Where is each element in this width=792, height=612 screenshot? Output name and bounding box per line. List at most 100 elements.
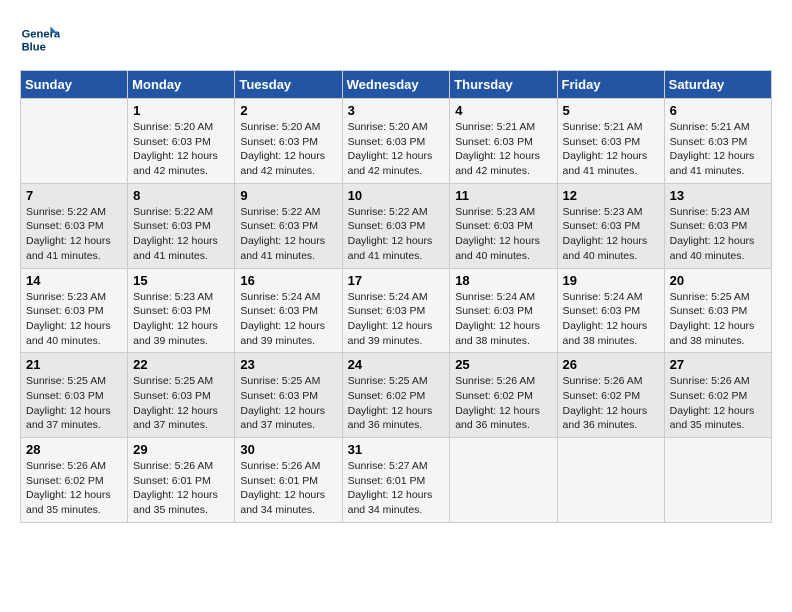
day-info: Sunrise: 5:25 AMSunset: 6:02 PMDaylight:…	[348, 374, 445, 433]
calendar-cell: 16 Sunrise: 5:24 AMSunset: 6:03 PMDayligh…	[235, 268, 342, 353]
calendar-cell: 25Sunrise: 5:26 AMSunset: 6:02 PMDayligh…	[450, 353, 557, 438]
day-info: Sunrise: 5:22 AMSunset: 6:03 PMDaylight:…	[348, 205, 445, 264]
day-number: 17	[348, 273, 445, 288]
day-number: 27	[670, 357, 766, 372]
day-info: Sunrise: 5:23 AMSunset: 6:03 PMDaylight:…	[670, 205, 766, 264]
calendar-cell: 23Sunrise: 5:25 AMSunset: 6:03 PMDayligh…	[235, 353, 342, 438]
logo: General Blue	[20, 20, 66, 60]
day-info: Sunrise: 5:26 AMSunset: 6:02 PMDaylight:…	[563, 374, 659, 433]
calendar-cell: 6 Sunrise: 5:21 AMSunset: 6:03 PMDaylight…	[664, 99, 771, 184]
day-info: Sunrise: 5:20 AMSunset: 6:03 PMDaylight:…	[348, 120, 445, 179]
calendar-cell	[21, 99, 128, 184]
page-header: General Blue	[20, 20, 772, 60]
calendar-cell: 24 Sunrise: 5:25 AMSunset: 6:02 PMDayligh…	[342, 353, 450, 438]
calendar-cell: 8Sunrise: 5:22 AMSunset: 6:03 PMDaylight…	[128, 183, 235, 268]
day-number: 5	[563, 103, 659, 118]
calendar-cell: 19 Sunrise: 5:24 AMSunset: 6:03 PMDayligh…	[557, 268, 664, 353]
header-day-thursday: Thursday	[450, 71, 557, 99]
day-info: Sunrise: 5:23 AMSunset: 6:03 PMDaylight:…	[455, 205, 551, 264]
day-number: 20	[670, 273, 766, 288]
calendar-cell: 14 Sunrise: 5:23 AMSunset: 6:03 PMDayligh…	[21, 268, 128, 353]
day-info: Sunrise: 5:26 AMSunset: 6:02 PMDaylight:…	[455, 374, 551, 433]
calendar-cell: 10 Sunrise: 5:22 AMSunset: 6:03 PMDayligh…	[342, 183, 450, 268]
day-info: Sunrise: 5:22 AMSunset: 6:03 PMDaylight:…	[26, 205, 122, 264]
calendar-week-4: 21Sunrise: 5:25 AMSunset: 6:03 PMDayligh…	[21, 353, 772, 438]
day-info: Sunrise: 5:24 AMSunset: 6:03 PMDaylight:…	[240, 290, 336, 349]
day-number: 24	[348, 357, 445, 372]
calendar-cell: 29 Sunrise: 5:26 AMSunset: 6:01 PMDayligh…	[128, 438, 235, 523]
calendar-cell	[450, 438, 557, 523]
logo-icon: General Blue	[20, 20, 60, 60]
day-number: 11	[455, 188, 551, 203]
calendar-cell: 26 Sunrise: 5:26 AMSunset: 6:02 PMDayligh…	[557, 353, 664, 438]
day-number: 12	[563, 188, 659, 203]
day-number: 28	[26, 442, 122, 457]
day-number: 14	[26, 273, 122, 288]
calendar-cell: 11 Sunrise: 5:23 AMSunset: 6:03 PMDayligh…	[450, 183, 557, 268]
day-number: 6	[670, 103, 766, 118]
calendar-cell: 9 Sunrise: 5:22 AMSunset: 6:03 PMDaylight…	[235, 183, 342, 268]
day-number: 1	[133, 103, 229, 118]
calendar-cell: 17 Sunrise: 5:24 AMSunset: 6:03 PMDayligh…	[342, 268, 450, 353]
day-number: 2	[240, 103, 336, 118]
header-day-sunday: Sunday	[21, 71, 128, 99]
calendar-cell: 30 Sunrise: 5:26 AMSunset: 6:01 PMDayligh…	[235, 438, 342, 523]
day-info: Sunrise: 5:24 AMSunset: 6:03 PMDaylight:…	[348, 290, 445, 349]
day-info: Sunrise: 5:20 AMSunset: 6:03 PMDaylight:…	[133, 120, 229, 179]
day-info: Sunrise: 5:23 AMSunset: 6:03 PMDaylight:…	[26, 290, 122, 349]
calendar-cell: 27 Sunrise: 5:26 AMSunset: 6:02 PMDayligh…	[664, 353, 771, 438]
day-info: Sunrise: 5:26 AMSunset: 6:01 PMDaylight:…	[240, 459, 336, 518]
day-info: Sunrise: 5:25 AMSunset: 6:03 PMDaylight:…	[670, 290, 766, 349]
day-info: Sunrise: 5:21 AMSunset: 6:03 PMDaylight:…	[563, 120, 659, 179]
day-number: 4	[455, 103, 551, 118]
calendar-cell: 28 Sunrise: 5:26 AMSunset: 6:02 PMDayligh…	[21, 438, 128, 523]
day-info: Sunrise: 5:23 AMSunset: 6:03 PMDaylight:…	[133, 290, 229, 349]
calendar-cell	[664, 438, 771, 523]
calendar-cell	[557, 438, 664, 523]
calendar-cell: 31Sunrise: 5:27 AMSunset: 6:01 PMDayligh…	[342, 438, 450, 523]
day-number: 10	[348, 188, 445, 203]
day-info: Sunrise: 5:25 AMSunset: 6:03 PMDaylight:…	[240, 374, 336, 433]
day-number: 7	[26, 188, 122, 203]
calendar-cell: 15 Sunrise: 5:23 AMSunset: 6:03 PMDayligh…	[128, 268, 235, 353]
day-info: Sunrise: 5:22 AMSunset: 6:03 PMDaylight:…	[133, 205, 229, 264]
day-info: Sunrise: 5:20 AMSunset: 6:03 PMDaylight:…	[240, 120, 336, 179]
day-info: Sunrise: 5:26 AMSunset: 6:02 PMDaylight:…	[26, 459, 122, 518]
day-number: 29	[133, 442, 229, 457]
header-day-friday: Friday	[557, 71, 664, 99]
day-number: 9	[240, 188, 336, 203]
header-day-monday: Monday	[128, 71, 235, 99]
day-number: 30	[240, 442, 336, 457]
day-number: 15	[133, 273, 229, 288]
day-info: Sunrise: 5:26 AMSunset: 6:02 PMDaylight:…	[670, 374, 766, 433]
day-number: 13	[670, 188, 766, 203]
calendar-week-1: 1 Sunrise: 5:20 AMSunset: 6:03 PMDaylight…	[21, 99, 772, 184]
calendar-table: SundayMondayTuesdayWednesdayThursdayFrid…	[20, 70, 772, 523]
day-info: Sunrise: 5:26 AMSunset: 6:01 PMDaylight:…	[133, 459, 229, 518]
calendar-header-row: SundayMondayTuesdayWednesdayThursdayFrid…	[21, 71, 772, 99]
calendar-cell: 13 Sunrise: 5:23 AMSunset: 6:03 PMDayligh…	[664, 183, 771, 268]
day-number: 19	[563, 273, 659, 288]
calendar-cell: 1 Sunrise: 5:20 AMSunset: 6:03 PMDaylight…	[128, 99, 235, 184]
day-number: 26	[563, 357, 659, 372]
day-info: Sunrise: 5:23 AMSunset: 6:03 PMDaylight:…	[563, 205, 659, 264]
day-info: Sunrise: 5:25 AMSunset: 6:03 PMDaylight:…	[133, 374, 229, 433]
calendar-cell: 18Sunrise: 5:24 AMSunset: 6:03 PMDayligh…	[450, 268, 557, 353]
day-info: Sunrise: 5:22 AMSunset: 6:03 PMDaylight:…	[240, 205, 336, 264]
day-info: Sunrise: 5:21 AMSunset: 6:03 PMDaylight:…	[670, 120, 766, 179]
calendar-week-2: 7 Sunrise: 5:22 AMSunset: 6:03 PMDaylight…	[21, 183, 772, 268]
calendar-cell: 3 Sunrise: 5:20 AMSunset: 6:03 PMDaylight…	[342, 99, 450, 184]
day-number: 16	[240, 273, 336, 288]
calendar-cell: 7 Sunrise: 5:22 AMSunset: 6:03 PMDaylight…	[21, 183, 128, 268]
calendar-week-3: 14 Sunrise: 5:23 AMSunset: 6:03 PMDayligh…	[21, 268, 772, 353]
calendar-cell: 5 Sunrise: 5:21 AMSunset: 6:03 PMDaylight…	[557, 99, 664, 184]
calendar-week-5: 28 Sunrise: 5:26 AMSunset: 6:02 PMDayligh…	[21, 438, 772, 523]
day-number: 18	[455, 273, 551, 288]
day-info: Sunrise: 5:25 AMSunset: 6:03 PMDaylight:…	[26, 374, 122, 433]
day-number: 3	[348, 103, 445, 118]
day-number: 22	[133, 357, 229, 372]
day-info: Sunrise: 5:24 AMSunset: 6:03 PMDaylight:…	[563, 290, 659, 349]
calendar-cell: 2 Sunrise: 5:20 AMSunset: 6:03 PMDaylight…	[235, 99, 342, 184]
calendar-cell: 4Sunrise: 5:21 AMSunset: 6:03 PMDaylight…	[450, 99, 557, 184]
svg-text:Blue: Blue	[22, 41, 46, 53]
